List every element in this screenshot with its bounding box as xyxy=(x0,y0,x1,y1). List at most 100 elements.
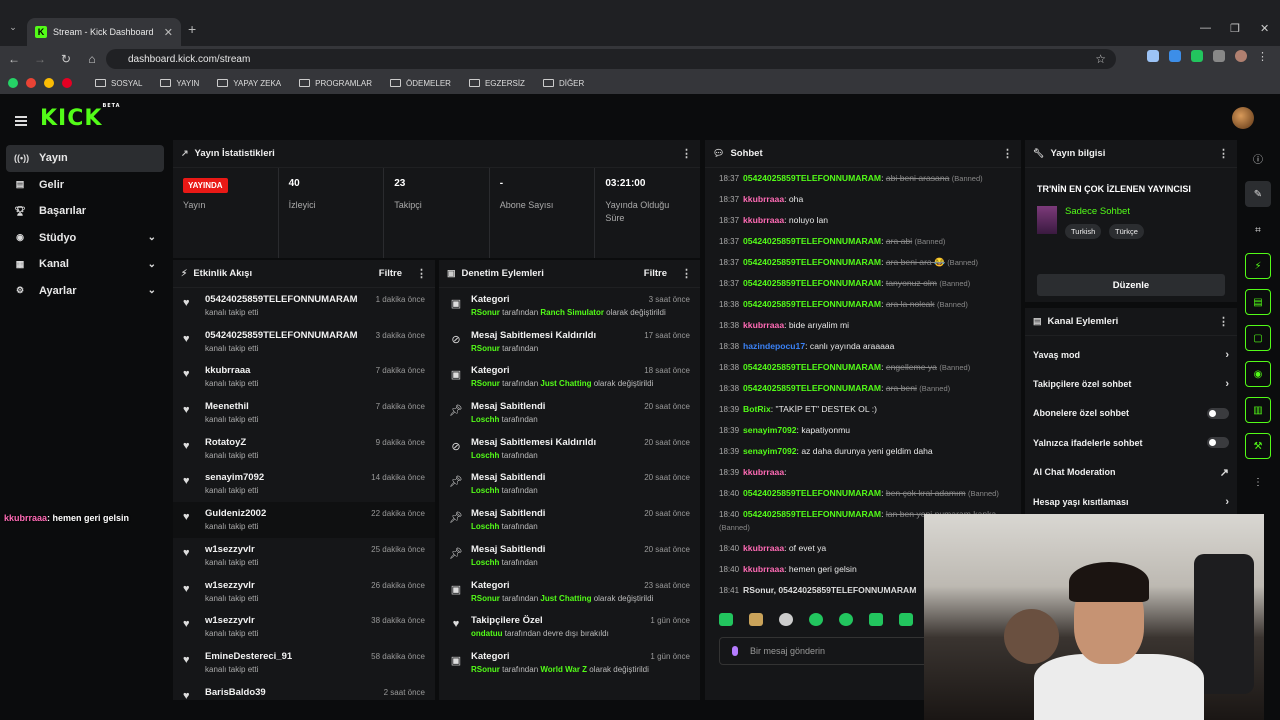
pinterest-icon[interactable] xyxy=(62,78,72,88)
broadcast-icon[interactable]: ◉ xyxy=(1245,361,1271,387)
moderator-name[interactable]: RSonur xyxy=(471,379,500,388)
moderator-name[interactable]: Loschh xyxy=(471,415,499,424)
channel-action-row[interactable]: Yalnızca ifadelerle sohbet xyxy=(1025,428,1237,457)
gmail-icon[interactable] xyxy=(26,78,36,88)
chat-username[interactable]: 05424025859TELEFONNUMARAM xyxy=(743,383,881,393)
activity-user[interactable]: kkubrraaa xyxy=(205,365,258,376)
chat-username[interactable]: 05424025859TELEFONNUMARAM xyxy=(743,299,881,309)
category-name[interactable]: Sadece Sohbet xyxy=(1065,206,1130,217)
chat-username[interactable]: 05424025859TELEFONNUMARAM xyxy=(743,173,881,183)
bookmark-folder[interactable]: YAYIN xyxy=(160,79,199,88)
close-window-icon[interactable]: ✕ xyxy=(1260,22,1269,35)
emote-icon[interactable] xyxy=(809,613,823,626)
extension-icon[interactable] xyxy=(1147,50,1159,62)
reload-icon[interactable]: ↻ xyxy=(54,52,78,66)
sidebar-item-kanal[interactable]: ▦ Kanal ⌄ xyxy=(6,251,164,278)
chat-input[interactable]: Bir mesaj gönderin xyxy=(719,637,939,665)
moderator-name[interactable]: Loschh xyxy=(471,558,499,567)
minimize-icon[interactable]: — xyxy=(1200,22,1211,34)
activity-user[interactable]: BarisBaldo39 xyxy=(205,687,266,698)
chat-username[interactable]: kkubrraaa xyxy=(743,194,784,204)
activity-user[interactable]: Meenethil xyxy=(205,401,258,412)
chat-username[interactable]: kkubrraaa xyxy=(743,320,784,330)
bookmark-folder[interactable]: EGZERSİZ xyxy=(468,79,525,88)
moderator-name[interactable]: Loschh xyxy=(471,451,499,460)
chat-username[interactable]: hazindepocu17 xyxy=(743,341,805,351)
chat-username[interactable]: kkubrraaa xyxy=(743,543,784,553)
screenshot-icon[interactable]: ⌗ xyxy=(1245,217,1271,243)
browser-tab[interactable]: K Stream - Kick Dashboard ✕ xyxy=(27,18,181,46)
more-icon[interactable]: ⋮ xyxy=(416,267,427,280)
toggle-switch[interactable] xyxy=(1207,407,1229,419)
moderator-name[interactable]: Loschh xyxy=(471,486,499,495)
microphone-icon[interactable] xyxy=(732,646,738,656)
chat-username[interactable]: 05424025859TELEFONNUMARAM xyxy=(743,362,881,372)
tab-search-icon[interactable]: ⌄ xyxy=(6,22,20,36)
forward-icon[interactable]: → xyxy=(28,52,52,66)
sidebar-item-ayarlar[interactable]: ⚙ Ayarlar ⌄ xyxy=(6,278,164,305)
url-input[interactable]: dashboard.kick.com/stream ☆ xyxy=(106,49,1116,69)
chat-username[interactable]: senayim7092 xyxy=(743,425,797,435)
chat-username[interactable]: 05424025859TELEFONNUMARAM xyxy=(743,509,881,519)
chat-username[interactable]: 05424025859TELEFONNUMARAM xyxy=(743,278,881,288)
activity-user[interactable]: Guldeniz2002 xyxy=(205,508,266,519)
bookmark-folder[interactable]: YAPAY ZEKA xyxy=(217,79,281,88)
wrench-icon[interactable]: ⚒ xyxy=(1245,433,1271,459)
emote-icon[interactable] xyxy=(719,613,733,626)
profile-icon[interactable] xyxy=(1235,50,1247,62)
puzzle-icon[interactable] xyxy=(1213,50,1225,62)
chat-username[interactable]: kkubrraaa xyxy=(743,564,784,574)
emote-icon[interactable] xyxy=(839,613,853,626)
extension-icon[interactable] xyxy=(1169,50,1181,62)
info-icon[interactable]: ⓘ xyxy=(1245,145,1271,171)
more-icon[interactable]: ⋮ xyxy=(681,147,692,160)
whatsapp-icon[interactable] xyxy=(8,78,18,88)
chat-username[interactable]: BotRix xyxy=(743,404,771,414)
filter-button[interactable]: Filtre xyxy=(379,268,402,279)
activity-user[interactable]: RotatoyZ xyxy=(205,437,258,448)
emote-icon[interactable] xyxy=(749,613,763,626)
chat-username[interactable]: 05424025859TELEFONNUMARAM xyxy=(743,257,881,267)
lightning-icon[interactable]: ⚡︎ xyxy=(1245,253,1271,279)
activity-user[interactable]: EmineDestereci_91 xyxy=(205,651,292,662)
chat-username[interactable]: 05424025859TELEFONNUMARAM xyxy=(743,488,881,498)
channel-action-row[interactable]: Hesap yaşı kısıtlaması › xyxy=(1025,487,1237,514)
channel-action-row[interactable]: Takipçilere özel sohbet › xyxy=(1025,369,1237,398)
chat-username[interactable]: RSonur, 05424025859TELEFONNUMARAM xyxy=(743,585,916,595)
sidebar-item-basarilar[interactable]: 🏆︎ Başarılar xyxy=(6,198,164,225)
maximize-icon[interactable]: ❐ xyxy=(1230,22,1240,35)
moderator-name[interactable]: RSonur xyxy=(471,344,500,353)
bookmark-star-icon[interactable]: ☆ xyxy=(1095,52,1106,66)
more-icon[interactable]: ⋮ xyxy=(681,267,692,280)
sidebar-item-studyo[interactable]: ◉ Stüdyo ⌄ xyxy=(6,225,164,252)
drive-icon[interactable] xyxy=(44,78,54,88)
chat-username[interactable]: 05424025859TELEFONNUMARAM xyxy=(743,236,881,246)
sidebar-item-yayin[interactable]: ((•)) Yayın xyxy=(6,145,164,172)
home-icon[interactable]: ⌂ xyxy=(80,52,104,66)
moderator-name[interactable]: RSonur xyxy=(471,594,500,603)
emote-icon[interactable] xyxy=(869,613,883,626)
new-tab-icon[interactable]: + xyxy=(188,21,196,37)
channel-action-row[interactable]: Abonelere özel sohbet xyxy=(1025,399,1237,428)
more-icon[interactable]: ⋮ xyxy=(1245,469,1271,495)
chat-username[interactable]: senayim7092 xyxy=(743,446,797,456)
activity-user[interactable]: 05424025859TELEFONNUMARAM xyxy=(205,330,358,341)
channel-action-row[interactable]: Yavaş mod › xyxy=(1025,340,1237,369)
edit-button[interactable]: Düzenle xyxy=(1037,274,1225,296)
more-icon[interactable]: ⋮ xyxy=(1218,147,1229,160)
filter-button[interactable]: Filtre xyxy=(644,268,667,279)
more-icon[interactable]: ⋮ xyxy=(1218,315,1229,328)
document-icon[interactable]: ▤ xyxy=(1245,289,1271,315)
chat-username[interactable]: kkubrraaa xyxy=(743,467,784,477)
bookmark-folder[interactable]: PROGRAMLAR xyxy=(299,79,372,88)
moderator-name[interactable]: RSonur xyxy=(471,665,500,674)
activity-user[interactable]: w1sezzyvlr xyxy=(205,544,258,555)
extension-icon[interactable] xyxy=(1191,50,1203,62)
menu-dots-icon[interactable]: ⋮ xyxy=(1257,50,1268,63)
hamburger-menu-icon[interactable] xyxy=(15,116,27,126)
chat-username[interactable]: kkubrraaa xyxy=(743,215,784,225)
toggle-switch[interactable] xyxy=(1207,437,1229,449)
back-icon[interactable]: ← xyxy=(2,52,26,66)
kick-logo[interactable]: KICKBETA xyxy=(40,103,121,131)
activity-user[interactable]: w1sezzyvlr xyxy=(205,615,258,626)
